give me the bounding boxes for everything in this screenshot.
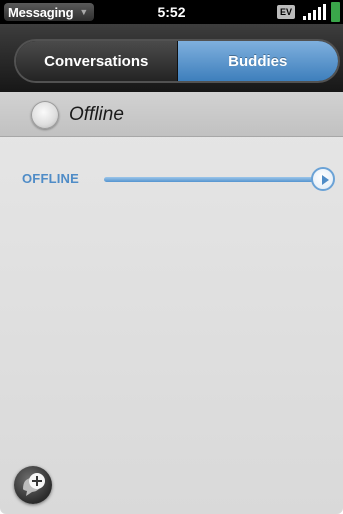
view-switcher-header: Conversations Buddies bbox=[0, 24, 343, 92]
play-arrow-icon[interactable] bbox=[311, 167, 335, 191]
my-status-selector[interactable]: Offline bbox=[0, 92, 343, 137]
buddy-group-offline[interactable]: OFFLINE bbox=[0, 166, 343, 192]
signal-strength-icon bbox=[303, 4, 327, 20]
battery-icon bbox=[331, 2, 340, 22]
segmented-control: Conversations Buddies bbox=[16, 41, 338, 81]
tab-buddies[interactable]: Buddies bbox=[177, 41, 338, 81]
group-label: OFFLINE bbox=[22, 171, 80, 186]
group-divider-line bbox=[104, 177, 316, 182]
status-bar: Messaging ▼ 5:52 EV bbox=[0, 0, 343, 24]
messaging-screen: Messaging ▼ 5:52 EV Conversations Buddie… bbox=[0, 0, 343, 514]
presence-offline-icon bbox=[31, 101, 59, 129]
my-status-label: Offline bbox=[69, 104, 124, 125]
tab-conversations[interactable]: Conversations bbox=[16, 41, 178, 81]
new-message-icon[interactable] bbox=[14, 466, 52, 504]
carrier-badge: EV bbox=[277, 5, 295, 19]
